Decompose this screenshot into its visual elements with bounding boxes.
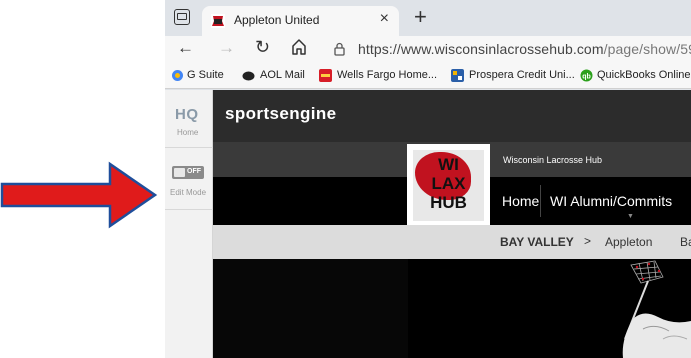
quickbooks-icon: qb <box>580 69 593 82</box>
site-logo[interactable]: WI LAX HUB <box>407 144 490 227</box>
edit-mode-control: OFF Edit Mode <box>165 148 213 210</box>
logo-line-1: WI <box>438 155 459 174</box>
site-name[interactable]: Wisconsin Lacrosse Hub <box>503 155 602 165</box>
reload-icon[interactable]: ↻ <box>255 37 270 58</box>
nav-divider <box>540 185 541 217</box>
bookmark-wells-fargo[interactable]: Wells Fargo Home... <box>337 69 437 81</box>
browser-tab[interactable]: Appleton United × <box>202 6 399 36</box>
hq-title: HQ <box>175 106 199 123</box>
tab-title: Appleton United <box>234 13 320 27</box>
url-path: /page/show/599 <box>603 41 691 57</box>
tab-actions-icon[interactable] <box>174 9 190 25</box>
nav-home[interactable]: Home <box>502 193 539 209</box>
back-icon[interactable]: ← <box>177 38 194 58</box>
hero-dark-panel <box>213 259 408 358</box>
toggle-knob <box>174 168 185 177</box>
logo-line-2: LAX <box>431 174 466 193</box>
browser-window: Appleton United × + ← → ↻ https://www.wi… <box>165 0 691 358</box>
sportsengine-header: sportsengine <box>213 90 691 142</box>
bookmark-prospera[interactable]: Prospera Credit Uni... <box>469 69 575 81</box>
hq-sidebar: HQ Home OFF Edit Mode <box>165 90 213 358</box>
breadcrumb-next[interactable]: Ba <box>680 235 691 249</box>
hq-home-link[interactable]: HQ Home <box>165 90 213 148</box>
hq-subtitle: Home <box>177 128 199 137</box>
bookmark-quickbooks[interactable]: QuickBooks Online <box>597 69 691 81</box>
lacrosse-player-image <box>603 259 691 358</box>
wellsfargo-icon <box>319 69 332 82</box>
chevron-down-icon: ▼ <box>627 213 634 220</box>
sportsengine-logo[interactable]: sportsengine <box>225 104 337 124</box>
nav-alumni-commits[interactable]: WI Alumni/Commits <box>550 193 672 209</box>
url-field[interactable]: https://www.wisconsinlacrossehub.com/pag… <box>358 41 691 57</box>
breadcrumb: BAY VALLEY > Appleton Ba <box>213 225 691 259</box>
hero-banner <box>213 259 691 358</box>
home-icon[interactable] <box>291 38 307 56</box>
tab-bar: Appleton United × + <box>165 0 691 36</box>
gsuite-icon <box>172 70 183 81</box>
aol-icon <box>242 71 255 81</box>
address-bar: ← → ↻ https://www.wisconsinlacrossehub.c… <box>165 36 691 64</box>
toggle-state: OFF <box>187 168 201 175</box>
page-viewport: HQ Home OFF Edit Mode sportsengine Wisco… <box>165 90 691 358</box>
bookmark-gsuite[interactable]: G Suite <box>187 69 224 81</box>
logo-line-3: HUB <box>430 193 467 212</box>
tab-close-icon[interactable]: × <box>380 10 389 28</box>
prospera-icon <box>451 69 464 82</box>
svg-text:qb: qb <box>582 74 591 81</box>
annotation-arrow <box>0 161 158 229</box>
bookmarks-bar: G Suite AOL Mail Wells Fargo Home... Pro… <box>165 64 691 89</box>
edit-mode-toggle[interactable]: OFF <box>172 166 204 179</box>
logo-artwork: WI LAX HUB <box>413 150 484 221</box>
site-favicon-icon <box>211 14 225 28</box>
edit-mode-label: Edit Mode <box>170 188 207 197</box>
forward-icon[interactable]: → <box>218 38 235 58</box>
breadcrumb-appleton[interactable]: Appleton <box>605 235 652 249</box>
breadcrumb-separator: > <box>584 234 592 248</box>
lock-icon[interactable] <box>334 42 345 56</box>
new-tab-icon[interactable]: + <box>414 4 427 30</box>
url-main: https://www.wisconsinlacrossehub.com <box>358 41 604 57</box>
breadcrumb-bay-valley[interactable]: BAY VALLEY <box>500 235 574 249</box>
bookmark-aol-mail[interactable]: AOL Mail <box>260 69 305 81</box>
